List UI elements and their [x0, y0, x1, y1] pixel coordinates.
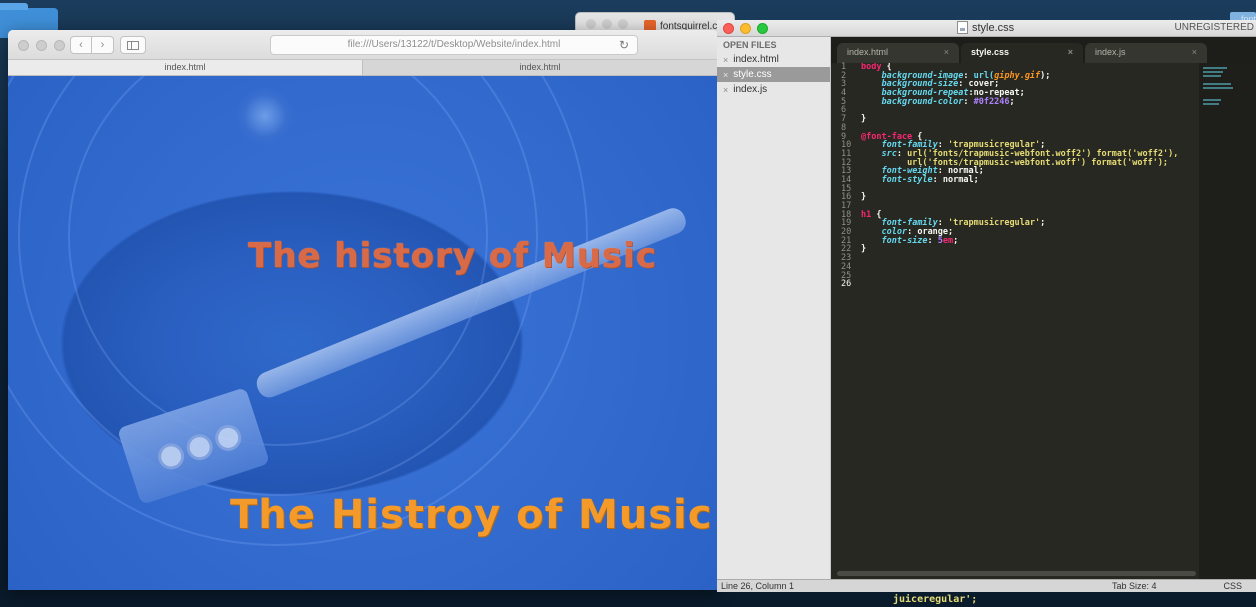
tab-label: index.js	[1095, 47, 1126, 57]
browser-tab[interactable]: index.html	[8, 60, 363, 75]
back-button[interactable]: ‹	[70, 36, 92, 54]
tab-label: style.css	[971, 47, 1010, 57]
window-controls	[723, 23, 768, 34]
close-icon[interactable]: ×	[723, 85, 728, 95]
tab-size-selector[interactable]: Tab Size: 4	[1112, 580, 1157, 592]
knob-decoration	[211, 421, 245, 455]
code-line: }	[861, 114, 867, 125]
editor-titlebar: style.css UNREGISTERED	[717, 20, 1256, 37]
window-title-text: style.css	[972, 21, 1015, 34]
knob-decoration	[154, 440, 188, 473]
close-window-button[interactable]	[18, 40, 29, 51]
navigation-buttons: ‹ ›	[70, 36, 114, 54]
browser-window: ‹ › file:///Users/13122/t/Desktop/Websit…	[8, 30, 718, 590]
web-page-content: The history of Music The Histroy of Musi…	[8, 76, 718, 590]
address-bar[interactable]: file:///Users/13122/t/Desktop/Website/in…	[270, 35, 638, 55]
line-number: 8	[841, 122, 847, 133]
browser-tab-bar: index.html index.html	[8, 60, 718, 76]
minimize-window-button[interactable]	[740, 23, 751, 34]
line-number: 26	[841, 279, 852, 290]
tab-index-html[interactable]: index.html ×	[837, 43, 959, 63]
close-icon[interactable]: ×	[944, 47, 949, 57]
line-number: 2	[841, 70, 847, 81]
minimap-line	[1203, 75, 1221, 77]
editor-sidebar: OPEN FILES × index.html × style.css × in…	[717, 37, 831, 579]
chevron-left-icon: ‹	[79, 39, 83, 51]
sidebar-file-index-html[interactable]: × index.html	[717, 52, 830, 67]
browser-toolbar: ‹ › file:///Users/13122/t/Desktop/Websit…	[8, 30, 718, 60]
close-icon[interactable]: ×	[723, 70, 728, 80]
minimize-window-button[interactable]	[36, 40, 47, 51]
cursor-position: Line 26, Column 1	[721, 581, 795, 591]
minimap-line	[1203, 67, 1227, 69]
minimap[interactable]	[1199, 63, 1256, 579]
close-icon[interactable]: ×	[1192, 47, 1197, 57]
sidebar-file-label: style.css	[733, 69, 772, 80]
sidebar-file-label: index.html	[733, 54, 779, 65]
code-line: }	[861, 244, 867, 255]
line-number: 3	[841, 79, 847, 90]
horizontal-scrollbar[interactable]	[837, 571, 1196, 576]
sidebar-toggle-button[interactable]	[120, 36, 146, 54]
line-number: 5	[841, 96, 847, 107]
window-controls	[18, 40, 65, 51]
reload-icon[interactable]: ↻	[619, 36, 629, 54]
sidebar-file-label: index.js	[733, 84, 768, 95]
zoom-window-button[interactable]	[757, 23, 768, 34]
line-number: 4	[841, 88, 847, 99]
knob-decoration	[183, 430, 217, 464]
close-icon[interactable]: ×	[1068, 47, 1073, 57]
background-code-peek: juiceregular';	[893, 594, 978, 605]
tab-label: index.html	[847, 47, 889, 57]
file-icon	[957, 21, 968, 34]
syntax-selector[interactable]: CSS	[1223, 580, 1242, 592]
line-number: 7	[841, 114, 847, 125]
editor-window: style.css UNREGISTERED OPEN FILES × inde…	[717, 20, 1256, 592]
code-line: font-size: 5em;	[881, 235, 959, 246]
code-line: font-style: normal;	[881, 174, 979, 185]
status-bar: Line 26, Column 1 Tab Size: 4 CSS	[717, 579, 1256, 592]
zoom-window-button[interactable]	[54, 40, 65, 51]
page-heading-secondary: The Histroy of Music	[230, 492, 713, 538]
spindle-image	[235, 86, 295, 146]
window-title: style.css	[957, 21, 1014, 34]
minimap-line	[1203, 103, 1219, 105]
tab-style-css[interactable]: style.css ×	[961, 43, 1083, 63]
close-icon[interactable]: ×	[723, 55, 728, 65]
code-line: background-color: #0f2246;	[881, 96, 1015, 107]
chevron-right-icon: ›	[100, 39, 105, 51]
code-editor[interactable]: body { background-image: url(giphy.gif);…	[861, 63, 1199, 579]
unregistered-label: UNREGISTERED	[1174, 22, 1254, 33]
sidebar-file-style-css[interactable]: × style.css	[717, 67, 830, 82]
code-line: }	[861, 192, 867, 203]
editor-tab-bar: index.html × style.css × index.js ×	[831, 37, 1256, 63]
line-number-gutter: 1 2 3 4 5 6 7 8 9 10 11 12 13 14 15 16 17 18 19 20 21 22 23 24 2…	[831, 63, 861, 579]
page-heading: The history of Music	[248, 236, 657, 276]
sidebar-file-index-js[interactable]: × index.js	[717, 82, 830, 97]
forward-button[interactable]: ›	[92, 36, 114, 54]
window-controls	[586, 19, 628, 29]
url-text: file:///Users/13122/t/Desktop/Website/in…	[347, 39, 561, 50]
minimap-line	[1203, 87, 1233, 89]
browser-tab[interactable]: index.html	[363, 60, 718, 75]
close-window-button[interactable]	[723, 23, 734, 34]
minimap-line	[1203, 83, 1231, 85]
line-number: 6	[841, 105, 847, 116]
tab-index-js[interactable]: index.js ×	[1085, 43, 1207, 63]
open-files-header: OPEN FILES	[723, 40, 777, 50]
minimap-line	[1203, 71, 1223, 73]
line-number: 1	[841, 62, 847, 72]
minimap-line	[1203, 99, 1221, 101]
sidebar-icon	[127, 40, 139, 50]
